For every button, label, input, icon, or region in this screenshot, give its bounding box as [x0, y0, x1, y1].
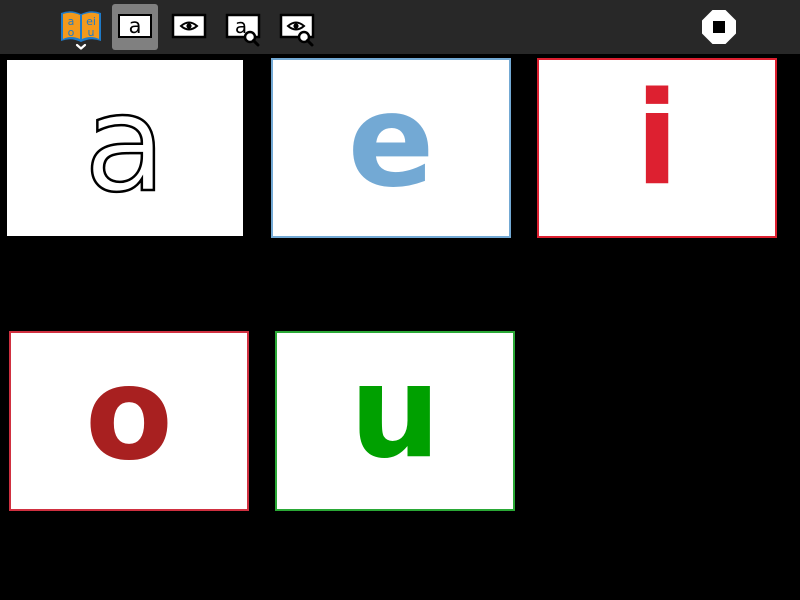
- letter-glyph-u: u: [349, 338, 441, 487]
- letter-glyph-e: e: [347, 67, 435, 216]
- letter-glyph-o: o: [85, 340, 173, 489]
- eye-magnify-button[interactable]: [274, 4, 320, 50]
- eye-icon: [171, 13, 207, 39]
- svg-text:o: o: [68, 26, 75, 39]
- stop-button[interactable]: [696, 4, 742, 50]
- letter-card-i[interactable]: i: [537, 58, 777, 238]
- letter-glyph-i: i: [635, 65, 679, 214]
- letter-card-u[interactable]: u: [275, 331, 515, 511]
- toolbar: a ei o u a a: [0, 0, 800, 54]
- letter-view-button[interactable]: a: [112, 4, 158, 50]
- letter-card-e[interactable]: e: [271, 58, 511, 238]
- letter-card-o[interactable]: o: [9, 331, 249, 511]
- letter-display-icon: a: [118, 14, 152, 38]
- letter-magnify-icon: a: [225, 13, 261, 47]
- letter-glyph-a: a: [83, 66, 168, 222]
- eye-magnify-icon: [279, 13, 315, 47]
- eye-view-button[interactable]: [166, 4, 212, 50]
- stop-icon: [702, 10, 736, 44]
- activity-aeiou-icon: a ei o u: [61, 11, 101, 50]
- activity-button[interactable]: a ei o u: [58, 4, 104, 50]
- letter-card-a[interactable]: a: [7, 60, 243, 236]
- letter-magnify-button[interactable]: a: [220, 4, 266, 50]
- letter-tool-glyph: a: [128, 13, 142, 38]
- svg-text:u: u: [88, 26, 95, 39]
